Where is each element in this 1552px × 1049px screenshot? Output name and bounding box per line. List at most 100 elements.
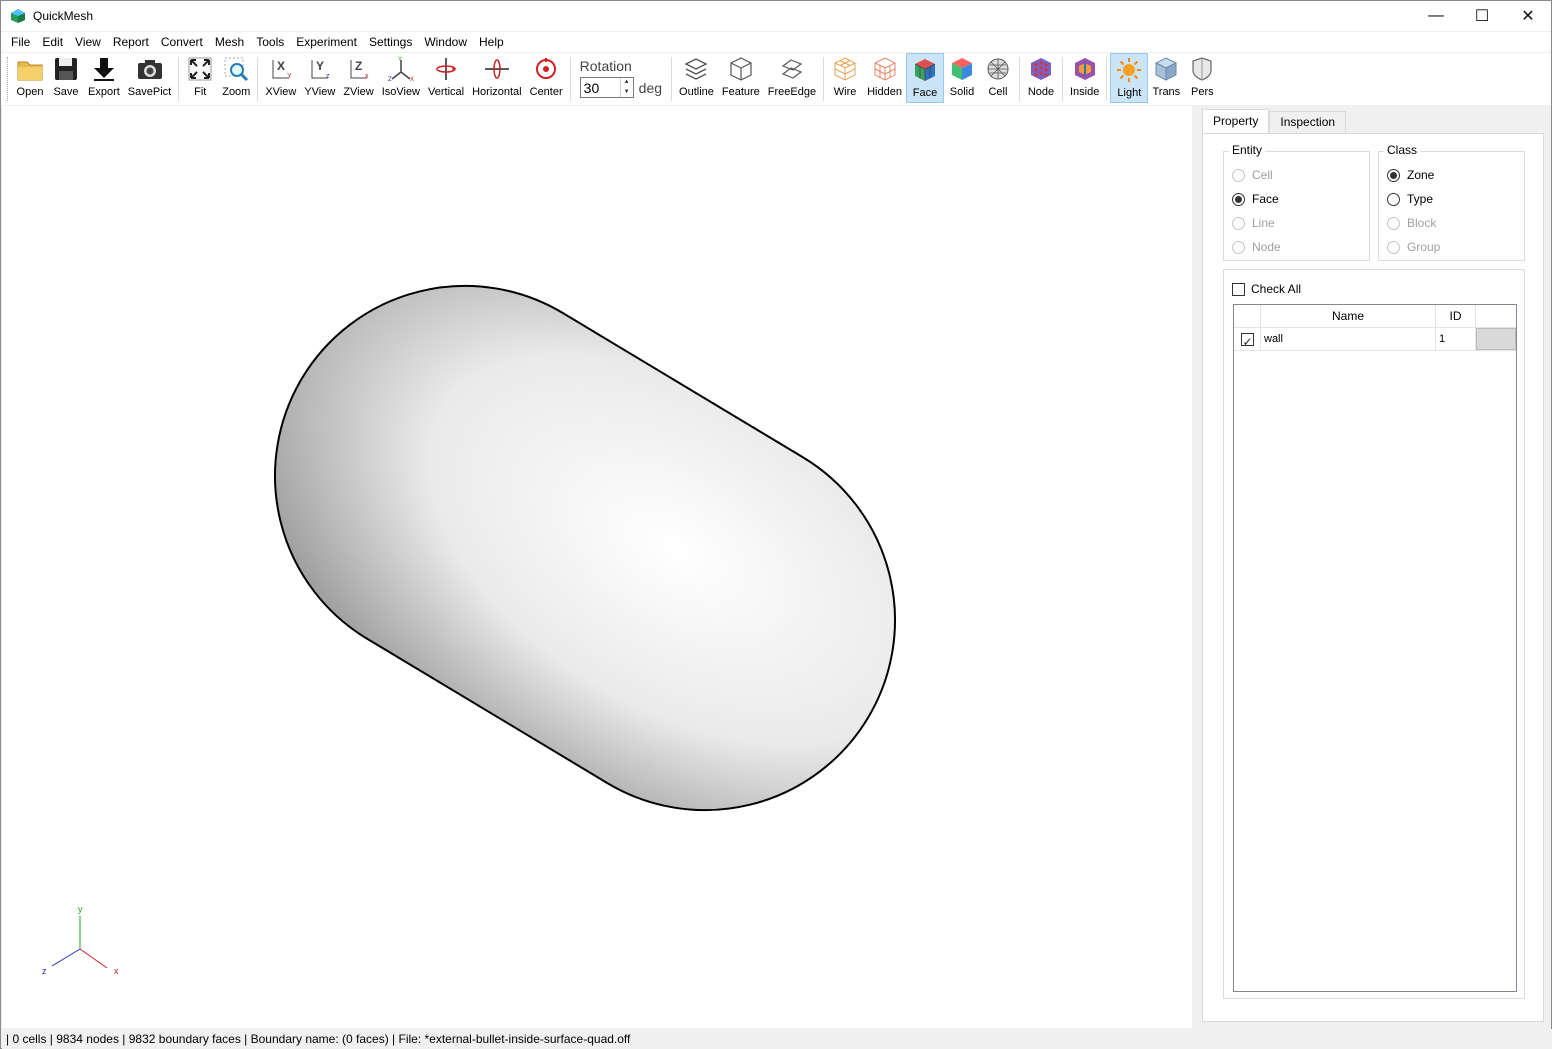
savepict-button[interactable]: SavePict (124, 53, 175, 103)
class-group-title: Class (1384, 143, 1421, 157)
xview-button[interactable]: XY XView (261, 53, 300, 103)
trans-button[interactable]: Trans (1148, 53, 1184, 103)
header-name[interactable]: Name (1261, 305, 1436, 327)
face-button[interactable]: Face (905, 53, 944, 103)
class-option-type[interactable]: Type (1387, 192, 1433, 206)
wire-button[interactable]: Wire (827, 53, 863, 103)
radio-icon[interactable] (1232, 168, 1245, 182)
isometric-axes-icon: Y Z X (387, 55, 415, 83)
radio-checked-icon[interactable] (1387, 168, 1400, 182)
pers-button[interactable]: Pers (1184, 53, 1220, 103)
menu-file[interactable]: File (5, 32, 36, 52)
class-option-group[interactable]: Group (1387, 240, 1440, 254)
radio-icon[interactable] (1232, 216, 1245, 230)
solid-button[interactable]: Solid (944, 53, 980, 103)
hidden-button[interactable]: Hidden (863, 53, 906, 103)
app-window: QuickMesh — ☐ ✕ File Edit View Report Co… (0, 0, 1552, 1049)
menu-mesh[interactable]: Mesh (209, 32, 250, 52)
toolbar-separator (178, 57, 180, 101)
zview-button[interactable]: Zx ZView (339, 53, 377, 103)
export-button[interactable]: Export (84, 53, 124, 103)
status-bar: | 0 cells | 9834 nodes | 9832 boundary f… (2, 1029, 1552, 1049)
class-option-block[interactable]: Block (1387, 216, 1436, 230)
entity-option-face[interactable]: Face (1232, 192, 1279, 206)
rotation-angle-value[interactable]: 30 (581, 80, 600, 96)
menu-experiment[interactable]: Experiment (290, 32, 363, 52)
yview-button[interactable]: Yz YView (300, 53, 339, 103)
entity-option-line[interactable]: Line (1232, 216, 1275, 230)
horizontal-rotate-button[interactable]: Horizontal (468, 53, 526, 103)
light-button[interactable]: Light (1110, 53, 1149, 103)
close-button[interactable]: ✕ (1505, 1, 1551, 31)
menu-report[interactable]: Report (107, 32, 155, 52)
maximize-button[interactable]: ☐ (1459, 1, 1505, 31)
menu-window[interactable]: Window (418, 32, 473, 52)
radio-icon[interactable] (1387, 240, 1400, 254)
fit-arrows-icon (186, 55, 214, 83)
zoom-button[interactable]: Zoom (218, 53, 254, 103)
tab-property[interactable]: Property (1202, 109, 1270, 133)
row-check-cell[interactable] (1234, 328, 1261, 353)
header-check-column (1234, 305, 1261, 327)
cell-sphere-icon (984, 55, 1012, 83)
check-all-row[interactable]: Check All (1232, 282, 1301, 296)
inside-button[interactable]: Inside (1066, 53, 1103, 103)
class-option-zone[interactable]: Zone (1387, 168, 1434, 182)
menu-tools[interactable]: Tools (250, 32, 290, 52)
svg-text:Y: Y (398, 57, 402, 63)
y-axis-view-icon: Yz (306, 55, 334, 83)
menu-settings[interactable]: Settings (363, 32, 418, 52)
toolbar-separator (569, 57, 571, 101)
tab-inspection[interactable]: Inspection (1269, 111, 1347, 133)
radio-checked-icon[interactable] (1232, 192, 1245, 206)
mesh-viewport[interactable]: y x z (2, 106, 1192, 1028)
entity-option-cell[interactable]: Cell (1232, 168, 1273, 182)
vertical-rotate-button[interactable]: Vertical (424, 53, 468, 103)
svg-text:Y: Y (316, 59, 324, 73)
entity-group-title: Entity (1229, 143, 1266, 157)
fit-button[interactable]: Fit (182, 53, 218, 103)
target-center-icon (532, 55, 560, 83)
spinbox-arrows[interactable]: ▲ ▼ (619, 78, 633, 98)
solid-cube-icon (948, 55, 976, 83)
menu-convert[interactable]: Convert (155, 32, 209, 52)
bullet-mesh (273, 284, 897, 812)
feature-cube-icon (727, 55, 755, 83)
header-id[interactable]: ID (1436, 305, 1476, 327)
radio-icon[interactable] (1232, 240, 1245, 254)
spin-down-icon[interactable]: ▼ (621, 88, 633, 98)
z-axis-view-icon: Zx (345, 55, 373, 83)
center-button[interactable]: Center (526, 53, 567, 103)
entity-option-node[interactable]: Node (1232, 240, 1281, 254)
save-button[interactable]: Save (48, 53, 84, 103)
outline-button[interactable]: Outline (675, 53, 718, 103)
splitter[interactable] (1192, 106, 1200, 1028)
header-color-column (1476, 305, 1516, 327)
isoview-button[interactable]: YZX IsoView (378, 53, 424, 103)
perspective-shield-icon (1188, 55, 1216, 83)
free-edge-icon (778, 55, 806, 83)
folder-icon (16, 55, 44, 83)
class-group: Class Zone Type Block Group (1378, 143, 1525, 261)
spin-up-icon[interactable]: ▲ (621, 78, 633, 88)
rotation-angle-spinbox[interactable]: 30 ▲ ▼ (579, 77, 634, 98)
radio-icon[interactable] (1387, 216, 1400, 230)
menu-help[interactable]: Help (473, 32, 510, 52)
node-button[interactable]: Node (1023, 53, 1059, 103)
property-tab-content: Entity Cell Face Line Node Class Zone Ty… (1202, 133, 1544, 1022)
feature-button[interactable]: Feature (718, 53, 764, 103)
row-checkbox[interactable] (1240, 331, 1254, 353)
check-all-checkbox[interactable] (1232, 282, 1245, 296)
open-button[interactable]: Open (12, 53, 48, 103)
freeedge-button[interactable]: FreeEdge (764, 53, 820, 103)
mesh-render[interactable]: y x z (2, 106, 1192, 1028)
radio-icon[interactable] (1387, 192, 1400, 206)
menu-edit[interactable]: Edit (36, 32, 69, 52)
row-color-swatch[interactable] (1476, 328, 1516, 350)
axis-y-label: y (78, 904, 83, 914)
toolbar-grip[interactable] (7, 57, 10, 101)
cell-button[interactable]: Cell (980, 53, 1016, 103)
minimize-button[interactable]: — (1413, 1, 1459, 31)
menu-view[interactable]: View (69, 32, 107, 52)
table-row[interactable]: wall 1 (1234, 328, 1516, 353)
